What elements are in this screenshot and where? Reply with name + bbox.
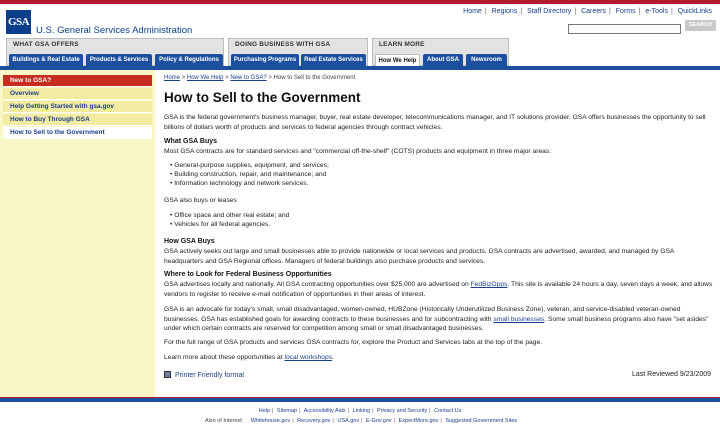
footer-links: Help | Sitemap | Accessibility Aids | Linki… [258,408,462,414]
how-gsa-buys-text: GSA actively seeks out large and small b… [164,248,675,265]
footer-link-whitehouse[interactable]: Whitehouse.gov [251,418,290,424]
local-workshops-link[interactable]: local workshops [284,354,332,361]
fedbizopps-link[interactable]: FedBizOpps [471,281,508,288]
where-to-look-heading: Where to Look for Federal Business Oppor… [164,271,332,278]
footer-link-privacy[interactable]: Privacy and Security [377,408,427,414]
top-accent-bar [0,0,720,4]
where-to-look-text: GSA advertises locally and nationally. A… [164,281,713,298]
list-item: • Vehicles for all federal agencies. [170,221,271,228]
link-home[interactable]: Home [463,8,482,15]
search-input[interactable] [568,24,681,34]
list-item: • General-purpose supplies, equipment, a… [170,162,329,169]
small-businesses-link[interactable]: small businesses [493,316,544,323]
sidebar: New to GSA? Overview Help Getting Starte… [0,70,155,397]
search-button[interactable]: SEARCH [685,20,716,31]
advocate-paragraph: GSA is an advocate for today's small, sm… [164,306,709,332]
printer-icon [164,371,171,378]
what-gsa-buys-text: Most GSA contracts are for standard serv… [164,148,552,155]
breadcrumb-new-to-gsa[interactable]: New to GSA? [230,75,266,81]
nav-group-what-gsa-offers: WHAT GSA OFFERS Buildings & Real Estate … [6,38,224,67]
link-regions[interactable]: Regions [492,8,518,15]
nav-group-heading: LEARN MORE [379,41,425,48]
footer-link-egov[interactable]: E-Gov.gov [366,418,392,424]
nav-group-heading: WHAT GSA OFFERS [13,41,79,48]
breadcrumb-home[interactable]: Home [164,75,180,81]
sidebar-item-how-to-buy[interactable]: How to Buy Through GSA [3,114,152,126]
footer-link-linking[interactable]: Linking [353,408,370,414]
also-of-interest: Also of Interest: Whitehouse.gov | Recove… [205,418,518,424]
page-title: How to Sell to the Government [164,90,361,105]
link-forms[interactable]: Forms [616,8,636,15]
breadcrumb-current: How to Sell to the Government [273,75,356,81]
footer-divider [0,397,720,402]
footer-link-usa[interactable]: USA.gov [337,418,359,424]
what-gsa-buys-heading: What GSA Buys [164,138,218,145]
sidebar-item-overview[interactable]: Overview [3,88,152,100]
also-buys-text: GSA also buys or leases [164,197,237,204]
list-item: • Office space and other real estate; an… [170,212,290,219]
footer-link-sitemap[interactable]: Sitemap [277,408,297,414]
link-staff-directory[interactable]: Staff Directory [527,8,571,15]
breadcrumb-how-we-help[interactable]: How We Help [187,75,224,81]
footer-link-contact[interactable]: Contact Us [434,408,461,414]
footer-link-expectmore[interactable]: ExpectMore.gov [399,418,439,424]
footer-link-accessibility[interactable]: Accessibility Aids [304,408,346,414]
also-of-interest-label: Also of Interest: [205,418,244,424]
last-reviewed: Last Reviewed 9/23/2009 [632,371,711,378]
gsa-logo[interactable]: GSA [6,10,31,34]
sidebar-item-help-getting-started[interactable]: Help Getting Started with gsa.gov [3,101,152,113]
link-careers[interactable]: Careers [581,8,606,15]
full-range-paragraph: For the full range of GSA products and s… [164,339,543,346]
intro-paragraph: GSA is the federal government's business… [164,114,706,131]
footer-link-recovery[interactable]: Recovery.gov [297,418,330,424]
utility-links: Home | Regions | Staff Directory | Careers |… [463,8,712,15]
footer-link-suggested-sites[interactable]: Suggested Government Sites [445,418,517,424]
learn-more-paragraph: Learn more about these opportunities at … [164,354,334,361]
sidebar-item-how-to-sell[interactable]: How to Sell to the Government [3,127,152,139]
agency-name[interactable]: U.S. General Services Administration [36,25,192,36]
nav-group-learn-more: LEARN MORE How We Help About GSA Newsroo… [372,38,509,67]
nav-group-doing-business: DOING BUSINESS WITH GSA Purchasing Progr… [228,38,368,67]
nav-group-heading: DOING BUSINESS WITH GSA [235,41,331,48]
sidebar-item-new-to-gsa[interactable]: New to GSA? [3,75,152,87]
how-gsa-buys-heading: How GSA Buys [164,238,215,245]
breadcrumb: Home > How We Help > New to GSA? > How t… [164,75,356,81]
printer-friendly-link[interactable]: Printer Friendly format [164,371,244,379]
list-item: • Building construction, repair, and mai… [170,171,327,178]
link-etools[interactable]: e-Tools [645,8,668,15]
list-item: • Information technology and network ser… [170,180,309,187]
link-quicklinks[interactable]: QuickLinks [678,8,712,15]
footer-link-help[interactable]: Help [259,408,270,414]
